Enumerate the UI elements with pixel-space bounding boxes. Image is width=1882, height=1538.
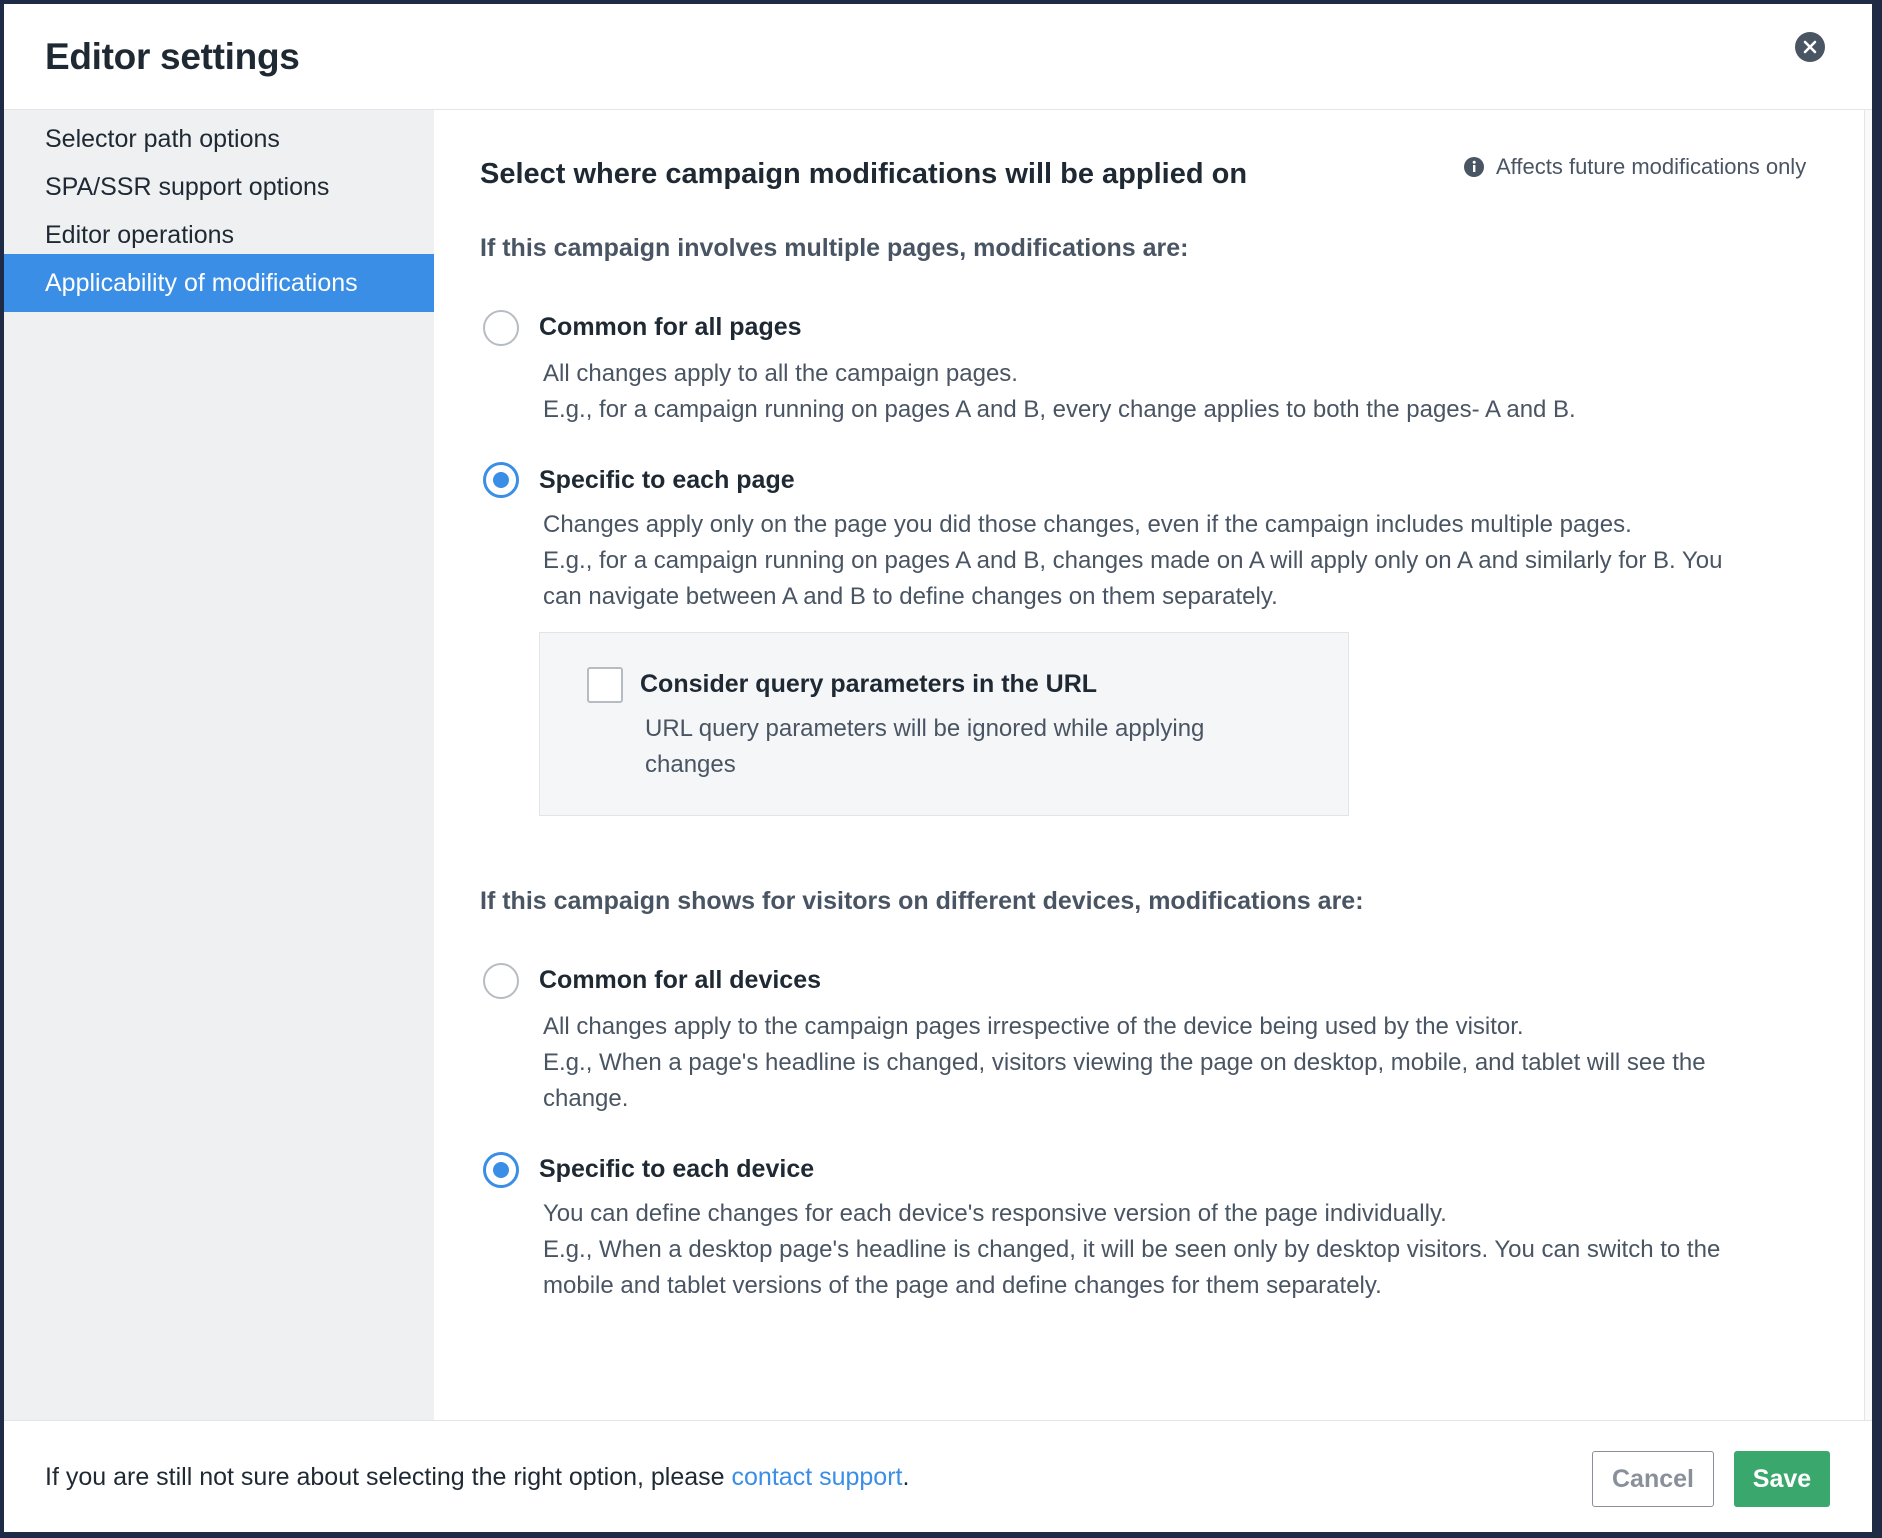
future-note-text: Affects future modifications only [1496, 154, 1807, 179]
option-desc-common-pages: All changes apply to all the campaign pa… [543, 356, 1576, 428]
dialog-footer: If you are still not sure about selectin… [4, 1420, 1872, 1532]
radio-specific-device[interactable] [483, 1152, 519, 1188]
query-params-desc: URL query parameters will be ignored whi… [645, 711, 1204, 783]
close-x-glyph [1803, 40, 1817, 54]
save-button[interactable]: Save [1734, 1451, 1830, 1507]
close-icon[interactable] [1795, 32, 1825, 62]
cancel-button[interactable]: Cancel [1592, 1451, 1714, 1507]
sidebar-item-applicability[interactable]: Applicability of modifications [4, 254, 434, 312]
settings-main-panel: Select where campaign modifications will… [434, 110, 1872, 1420]
dialog-title: Editor settings [45, 36, 300, 77]
option-desc-common-devices: All changes apply to the campaign pages … [543, 1009, 1706, 1117]
support-hint-text: If you are still not sure about selectin… [45, 1463, 732, 1491]
pages-group-title: If this campaign involves multiple pages… [480, 234, 1189, 262]
desc-line: All changes apply to the campaign pages … [543, 1013, 1524, 1040]
radio-common-devices[interactable] [483, 963, 519, 999]
settings-sidebar: Selector path options SPA/SSR support op… [4, 110, 434, 1420]
query-params-box: Consider query parameters in the URL URL… [539, 632, 1349, 816]
option-desc-specific-page: Changes apply only on the page you did t… [543, 507, 1722, 615]
desc-line: can navigate between A and B to define c… [543, 583, 1278, 610]
info-icon [1464, 157, 1484, 177]
query-params-label[interactable]: Consider query parameters in the URL [640, 670, 1097, 699]
dialog-header: Editor settings [4, 4, 1872, 110]
desc-line: mobile and tablet versions of the page a… [543, 1272, 1382, 1299]
scrollbar-track[interactable] [1864, 110, 1872, 1420]
desc-line: URL query parameters will be ignored whi… [645, 715, 1205, 742]
radio-common-pages[interactable] [483, 310, 519, 346]
option-label-specific-device[interactable]: Specific to each device [539, 1155, 814, 1184]
support-hint: If you are still not sure about selectin… [45, 1463, 909, 1492]
contact-support-link[interactable]: contact support [732, 1463, 903, 1491]
desc-line: E.g., for a campaign running on pages A … [543, 396, 1576, 423]
option-label-common-pages[interactable]: Common for all pages [539, 313, 802, 342]
desc-line: Changes apply only on the page you did t… [543, 511, 1632, 538]
option-label-specific-page[interactable]: Specific to each page [539, 466, 795, 495]
support-hint-period: . [902, 1463, 910, 1491]
option-desc-specific-device: You can define changes for each device's… [543, 1196, 1720, 1304]
desc-line: change. [543, 1085, 629, 1112]
radio-specific-page[interactable] [483, 462, 519, 498]
desc-line: E.g., for a campaign running on pages A … [543, 547, 1723, 574]
desc-line: All changes apply to all the campaign pa… [543, 360, 1018, 387]
desc-line: E.g., When a page's headline is changed,… [543, 1049, 1706, 1076]
devices-group-title: If this campaign shows for visitors on d… [480, 887, 1364, 915]
future-note: Affects future modifications only [1464, 154, 1806, 180]
query-params-checkbox[interactable] [587, 667, 623, 703]
option-label-common-devices[interactable]: Common for all devices [539, 966, 821, 995]
editor-settings-dialog: Editor settings Selector path options SP… [4, 4, 1872, 1532]
section-title: Select where campaign modifications will… [480, 158, 1248, 190]
desc-line: E.g., When a desktop page's headline is … [543, 1236, 1721, 1263]
desc-line: changes [645, 751, 736, 778]
desc-line: You can define changes for each device's… [543, 1200, 1447, 1227]
